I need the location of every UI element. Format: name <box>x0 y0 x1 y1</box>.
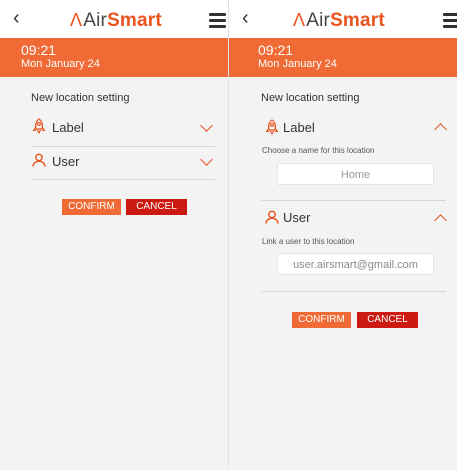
confirm-button[interactable]: CONFIRM <box>292 312 351 328</box>
cancel-button[interactable]: CANCEL <box>357 312 418 328</box>
user-row-title[interactable]: User <box>283 210 310 225</box>
user-input[interactable]: user.airsmart@gmail.com <box>277 253 434 275</box>
chevron-down-icon[interactable] <box>200 119 213 132</box>
app-logo: ΛAirSmart <box>293 10 385 31</box>
form-title: New location setting <box>261 92 360 104</box>
user-help-text: Link a user to this location <box>262 237 355 246</box>
logo-mark-icon: Λ <box>70 10 83 30</box>
screen-collapsed: ‹ ΛAirSmart 09:21 Mon January 24 New loc… <box>0 0 228 470</box>
rocket-icon <box>265 119 279 135</box>
user-icon <box>32 153 46 167</box>
confirm-button[interactable]: CONFIRM <box>62 199 121 215</box>
top-bar: ‹ ΛAirSmart <box>229 0 457 38</box>
status-banner: 09:21 Mon January 24 <box>0 38 228 77</box>
user-row-title: User <box>52 154 80 169</box>
divider <box>261 291 446 292</box>
label-help-text: Choose a name for this location <box>262 146 375 155</box>
divider <box>32 179 215 180</box>
app-logo: ΛAirSmart <box>70 10 162 31</box>
chevron-left-icon[interactable]: ‹ <box>242 8 249 28</box>
chevron-left-icon[interactable]: ‹ <box>13 8 20 28</box>
form-title: New location setting <box>31 92 130 104</box>
status-date: Mon January 24 <box>258 58 337 70</box>
user-accordion-expanded: User <box>265 209 448 239</box>
hamburger-menu-icon[interactable] <box>443 13 457 31</box>
label-input[interactable]: Home <box>277 163 434 185</box>
top-bar: ‹ ΛAirSmart <box>0 0 228 38</box>
status-time: 09:21 <box>21 42 57 58</box>
screen-expanded: ‹ ΛAirSmart 09:21 Mon January 24 New loc… <box>229 0 457 470</box>
status-time: 09:21 <box>258 42 294 58</box>
logo-mark-icon: Λ <box>293 10 306 30</box>
user-icon <box>265 210 279 224</box>
status-date: Mon January 24 <box>21 58 100 70</box>
rocket-icon <box>32 118 46 134</box>
label-row-title: Label <box>52 120 84 135</box>
chevron-up-icon[interactable] <box>434 123 447 136</box>
label-row-title[interactable]: Label <box>283 120 315 135</box>
cancel-button[interactable]: CANCEL <box>126 199 187 215</box>
status-banner: 09:21 Mon January 24 <box>229 38 457 77</box>
hamburger-menu-icon[interactable] <box>209 13 226 31</box>
chevron-up-icon[interactable] <box>434 214 447 227</box>
label-accordion-expanded: Label <box>265 116 448 200</box>
chevron-down-icon[interactable] <box>200 153 213 166</box>
divider <box>261 200 446 201</box>
user-accordion[interactable]: User <box>32 146 215 180</box>
label-accordion[interactable]: Label <box>32 112 215 147</box>
